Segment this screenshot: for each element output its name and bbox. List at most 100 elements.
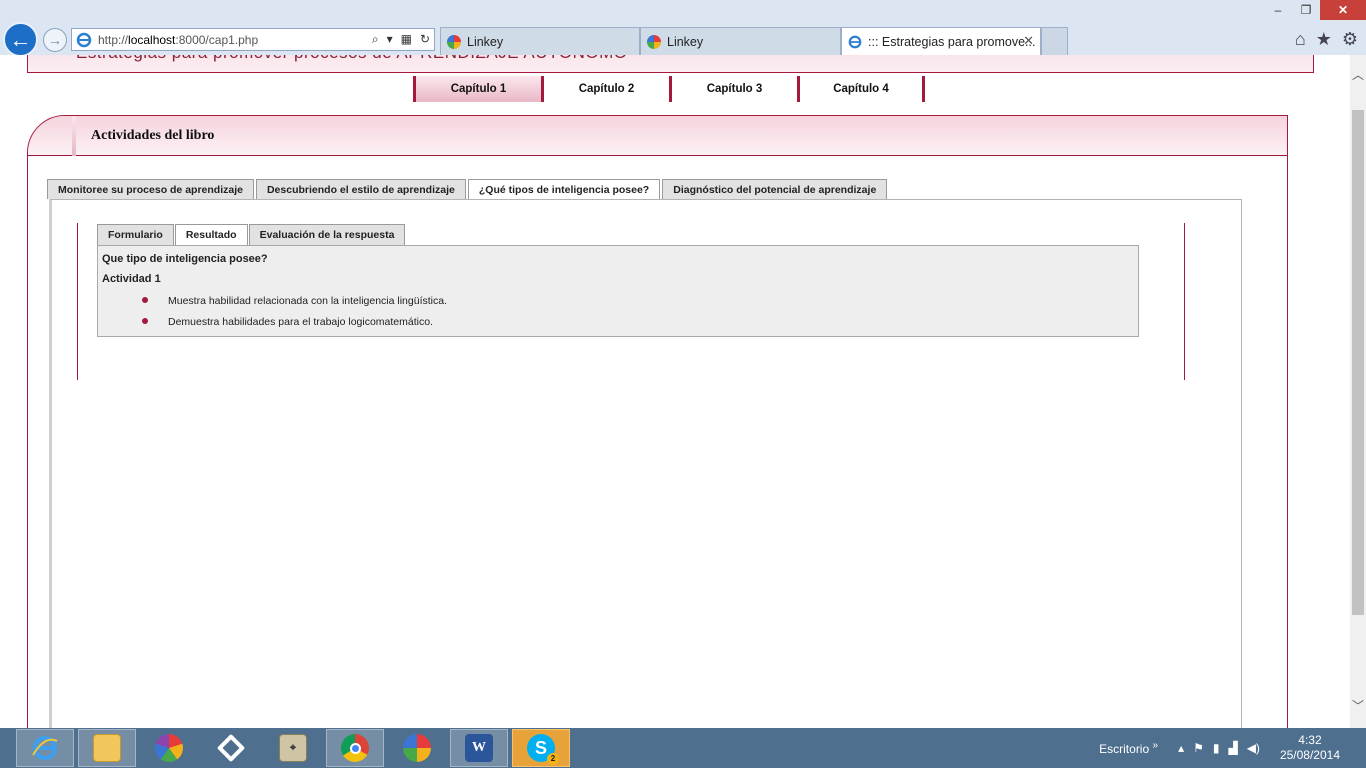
system-tray: Escritorio » ▴ ⚑ ▮ ▟ ◀) 4:32 25/08/2014 [1099,728,1366,768]
clock[interactable]: 4:32 25/08/2014 [1280,733,1340,763]
taskbar-word[interactable]: W [450,729,508,767]
site-header-title: Estrategias para promover procesos de AP… [76,55,627,63]
scrollbar-thumb[interactable] [1352,110,1364,615]
network-signal-icon[interactable]: ▟ [1228,741,1237,755]
activities-panel: Actividades del libro Monitoree su proce… [27,115,1288,728]
result-tabs: Formulario Resultado Evaluación de la re… [97,224,406,245]
skype-badge: 2 [547,753,559,765]
page-viewport: Estrategias para promover procesos de AP… [0,55,1350,728]
taskbar-ie[interactable] [16,729,74,767]
tab-label: ::: Estrategias para promove... [868,34,1036,49]
diamond-app-icon [216,733,246,763]
favorites-star-icon[interactable]: ★ [1316,29,1332,50]
list-item: Demuestra habilidades para el trabajo lo… [142,315,447,336]
activity-tab-content: Formulario Resultado Evaluación de la re… [49,199,1242,728]
url-host: localhost [128,32,176,47]
close-window-button[interactable]: ✕ [1320,0,1366,20]
tab-tipos-inteligencia[interactable]: ¿Qué tipos de inteligencia posee? [467,179,661,200]
chapter-tab-3[interactable]: Capítulo 3 [669,76,797,102]
clock-date: 25/08/2014 [1279,748,1340,762]
show-hidden-icons-icon[interactable]: ▴ [1178,741,1184,755]
map-app-icon: ⌖ [279,734,307,762]
result-question: Que tipo de inteligencia posee? [102,253,268,265]
tab-close-icon[interactable]: ✕ [1023,33,1034,49]
tab-linkey-1[interactable]: Linkey [440,27,640,55]
chapter-tab-2[interactable]: Capítulo 2 [541,76,669,102]
chapter-tab-4[interactable]: Capítulo 4 [797,76,925,102]
window-controls: ‒ ❐ ✕ [1264,0,1366,20]
compat-view-icon[interactable]: ▦ [401,32,412,47]
linkey-favicon-icon [647,34,661,49]
tab-descubriendo[interactable]: Descubriendo el estilo de aprendizaje [255,179,466,199]
search-icon[interactable]: ⌕ [372,32,379,47]
tab-estrategias[interactable]: ::: Estrategias para promove... ✕ [841,27,1041,55]
back-arrow-icon: ← [9,26,32,52]
tab-label: Linkey [667,34,704,49]
taskbar-explorer[interactable] [78,729,136,767]
chapter-nav: Capítulo 1 Capítulo 2 Capítulo 3 Capítul… [413,76,925,102]
settings-gear-icon[interactable]: ⚙ [1342,29,1358,50]
chapter-tab-1[interactable]: Capítulo 1 [413,76,541,102]
ie-favicon-icon [848,35,862,48]
file-explorer-icon [93,734,121,762]
taskbar: ⌖ W S2 Escritorio » ▴ ⚑ ▮ ▟ ◀) 4:32 25/0… [0,728,1366,768]
tab-resultado[interactable]: Resultado [174,224,248,245]
tab-label: Linkey [467,34,504,49]
refresh-icon[interactable]: ↻ [420,32,430,47]
list-item-text: Demuestra habilidades para el trabajo lo… [168,316,433,328]
taskbar-skype[interactable]: S2 [512,729,570,767]
taskbar-chrome[interactable] [326,729,384,767]
taskbar-app-5[interactable]: ⌖ [264,729,322,767]
list-item-text: Muestra habilidad relacionada con la int… [168,295,448,307]
restore-button[interactable]: ❐ [1292,0,1320,20]
bullet-icon [142,318,148,324]
address-bar[interactable]: http://localhost:8000/cap1.php ⌕ ▾ ▦ ↻ [71,28,435,51]
url-prefix: http:// [98,32,129,47]
vertical-scrollbar[interactable]: ︿ ﹀ [1350,55,1366,728]
tab-formulario[interactable]: Formulario [97,224,174,245]
panel-title: Actividades del libro [91,128,215,143]
url-rest: :8000/cap1.php [175,32,259,47]
browser-chrome: ← → http://localhost:8000/cap1.php ⌕ ▾ ▦… [0,0,1366,57]
home-icon[interactable]: ⌂ [1295,29,1306,50]
taskbar-linkey[interactable] [388,729,446,767]
bullet-icon [142,297,148,303]
minimize-button[interactable]: ‒ [1264,0,1292,20]
linkey-favicon-icon [447,34,461,49]
scroll-down-icon[interactable]: ﹀ [1350,698,1366,714]
linkey-icon [403,734,431,762]
back-button[interactable]: ← [3,22,38,57]
action-center-flag-icon[interactable]: ⚑ [1193,741,1204,755]
forward-button[interactable]: → [43,28,67,52]
chrome-icon [341,734,369,762]
activity-tabs: Monitoree su proceso de aprendizaje Desc… [47,179,889,200]
toolbar-chevron-icon: » [1152,740,1159,751]
new-tab-button[interactable] [1041,27,1068,55]
skype-icon: S2 [527,734,559,765]
header-stripe [72,116,76,156]
tab-evaluacion[interactable]: Evaluación de la respuesta [248,224,406,245]
result-list: Muestra habilidad relacionada con la int… [142,294,447,336]
internet-explorer-icon [32,736,58,760]
tab-diagnostico[interactable]: Diagnóstico del potencial de aprendizaje [662,179,888,199]
desktop-label-text: Escritorio [1099,742,1150,756]
forward-arrow-icon: → [48,32,62,48]
inner-frame: Formulario Resultado Evaluación de la re… [77,223,1185,380]
ie-logo-icon [76,32,92,47]
result-box: Que tipo de inteligencia posee? Activida… [97,245,1139,337]
taskbar-app-4[interactable] [202,729,260,767]
word-icon: W [465,734,493,762]
tab-linkey-2[interactable]: Linkey [640,27,841,55]
volume-icon[interactable]: ◀) [1247,741,1260,755]
battery-icon[interactable]: ▮ [1213,741,1220,755]
tray-icons: ▴ ⚑ ▮ ▟ ◀) [1178,741,1260,755]
clock-time: 4:32 [1298,733,1322,747]
desktop-toolbar-label[interactable]: Escritorio » [1099,740,1158,756]
tab-monitoree[interactable]: Monitoree su proceso de aprendizaje [47,179,254,199]
panel-header: Actividades del libro [28,116,1287,156]
scroll-up-icon[interactable]: ︿ [1350,67,1366,83]
dropdown-icon[interactable]: ▾ [387,32,393,47]
taskbar-color-app[interactable] [140,729,198,767]
list-item: Muestra habilidad relacionada con la int… [142,294,447,315]
site-header-banner: Estrategias para promover procesos de AP… [27,55,1314,73]
